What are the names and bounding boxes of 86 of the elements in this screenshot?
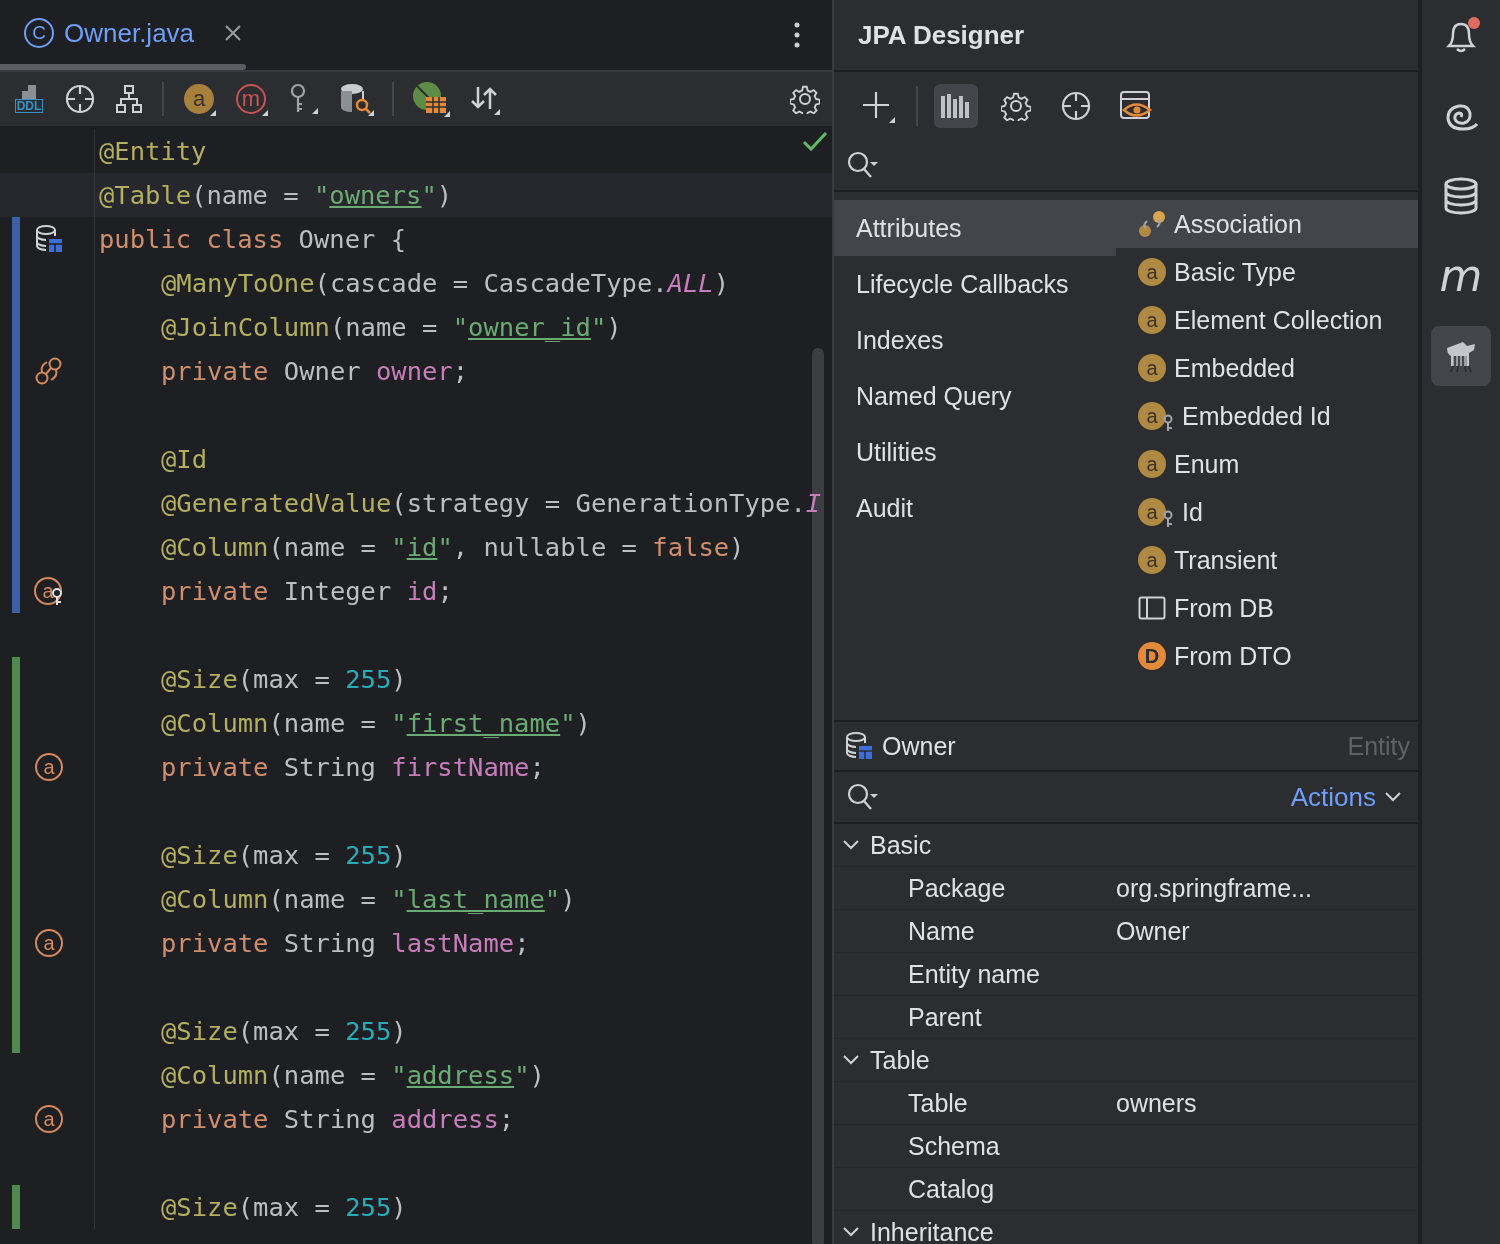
attribute-icon: a [1138,354,1166,382]
attribute-icon[interactable]: a [35,753,63,781]
group-label: Inheritance [870,1217,994,1244]
property-value[interactable]: org.springframe... [1116,873,1312,903]
database-search-icon[interactable] [338,82,374,116]
code-line: @Column(name = "last_name") [160,884,576,914]
dto-icon: D [1138,642,1166,670]
code-line: @JoinColumn(name = "owner_id") [160,312,622,342]
attribute-icon: a [1138,306,1166,334]
attribute-icon[interactable]: a [35,929,63,957]
leaf-table-icon[interactable] [412,81,450,117]
palette-item[interactable]: Id [1182,497,1203,527]
property-label: Entity name [907,959,1041,989]
code-line: @ManyToOne(cascade = CascadeType.ALL) [160,268,730,298]
property-label: Parent [907,1002,983,1032]
bars-icon[interactable] [934,84,978,128]
category-item[interactable]: Attributes [834,200,1116,256]
code-line: @Column(name = "id", nullable = false) [160,532,745,562]
code-line: @Size(max = 255) [160,840,407,870]
property-label: Package [907,873,1007,903]
code-line: private String address; [160,1104,515,1134]
panel-title: JPA Designer [858,19,1025,51]
property-label: Table [907,1088,969,1118]
chevron-down-icon[interactable] [842,1226,860,1238]
palette-item[interactable]: Embedded [1174,353,1295,383]
letter-icon[interactable]: m [1431,246,1491,306]
class-icon: C [24,18,54,48]
search-icon[interactable] [846,782,880,812]
code-line: @Entity [98,136,207,166]
more-icon[interactable] [794,22,800,48]
palette-item[interactable]: From DB [1174,593,1274,623]
code-line: private String firstName; [160,752,545,782]
category-item[interactable]: Named Query [834,368,1116,424]
category-item[interactable]: Indexes [834,312,1116,368]
code-line: @Id [160,444,208,474]
chevron-down-icon [1384,791,1402,803]
property-label: Catalog [907,1174,996,1204]
entity-icon [844,731,874,761]
file-tab[interactable]: C Owner.java [20,3,247,63]
settings-icon[interactable] [790,84,820,114]
association-icon [1138,210,1166,238]
category-item[interactable]: Audit [834,480,1116,536]
code-line: @Column(name = "address") [160,1060,545,1090]
panel-icon [1138,594,1166,622]
chevron-down-icon[interactable] [842,1054,860,1066]
property-label: Name [907,916,976,946]
search-icon[interactable] [846,150,880,180]
palette-item[interactable]: Enum [1174,449,1240,479]
code-line: private String lastName; [160,928,530,958]
palette-item[interactable]: Transient [1174,545,1278,575]
entity-name: Owner [882,731,956,761]
palette-item[interactable]: Embedded Id [1182,401,1331,431]
hierarchy-icon[interactable] [114,84,144,114]
palette-item[interactable]: Basic Type [1174,257,1296,287]
property-value[interactable]: Owner [1116,916,1190,946]
close-icon[interactable] [224,24,243,42]
mascot-icon[interactable] [1431,326,1491,386]
attribute-badge-icon[interactable]: a [182,82,216,116]
target-icon[interactable] [64,83,96,115]
palette-item[interactable]: Element Collection [1174,305,1383,335]
chevron-down-icon[interactable] [842,839,860,851]
attribute-key-icon[interactable]: a [34,576,64,606]
category-item[interactable]: Utilities [834,424,1116,480]
code-line: @GeneratedValue(strategy = GenerationType.I [160,488,822,518]
entity-icon[interactable] [34,224,64,254]
property-value[interactable]: owners [1116,1088,1197,1118]
attribute-icon: a [1138,258,1166,286]
code-line: private Integer id; [160,576,453,606]
association-icon[interactable] [34,356,64,386]
check-icon [802,130,828,152]
group-label: Table [870,1045,930,1075]
code-line: public class Owner { [98,224,407,254]
code-line: @Table(name = "owners") [98,180,453,210]
category-item[interactable]: Lifecycle Callbacks [834,256,1116,312]
attribute-icon: a [1138,546,1166,574]
attribute-icon[interactable]: a [35,1105,63,1133]
code-line: @Size(max = 255) [160,1192,407,1222]
code-line: @Size(max = 255) [160,1016,407,1046]
attribute-icon: a [1138,450,1166,478]
palette-item[interactable]: From DTO [1174,641,1292,671]
actions-dropdown[interactable]: Actions [1286,781,1406,813]
code-line: @Size(max = 255) [160,664,407,694]
code-line: @Column(name = "first_name") [160,708,591,738]
group-label: Basic [870,830,932,860]
property-label: Schema [907,1131,1001,1161]
code-line: private Owner owner; [160,356,469,386]
